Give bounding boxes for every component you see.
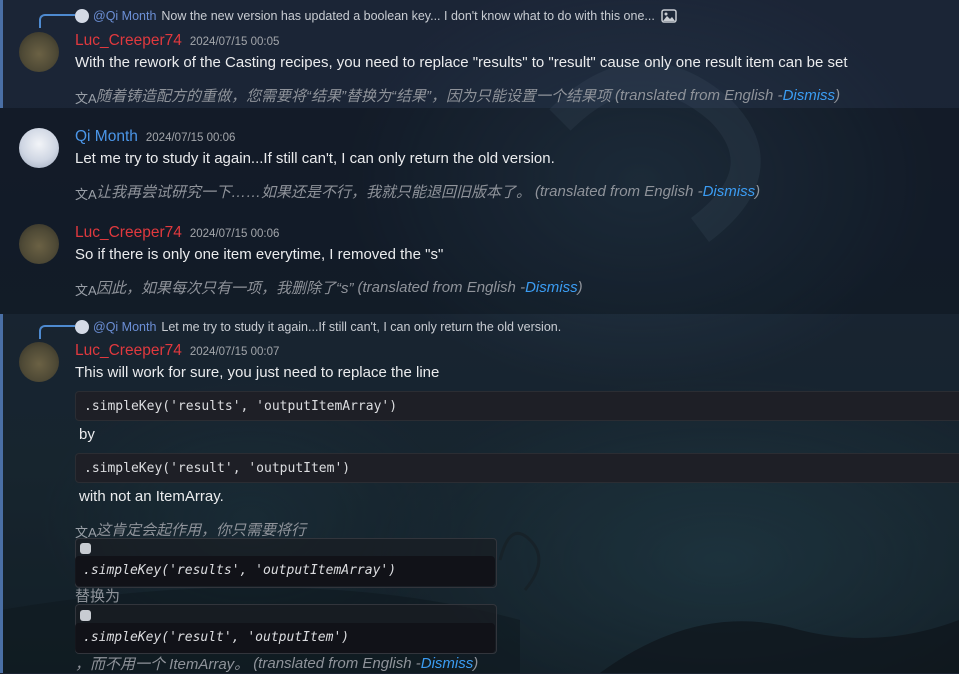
translation-text: 这肯定会起作用，你只需要将行: [96, 522, 307, 539]
translation: 文A 让我再尝试研究一下……如果还是不行，我就只能退回旧版本了。 (transl…: [75, 181, 760, 202]
translate-icon: 文A: [75, 186, 97, 202]
message-text: This will work for sure, you just need t…: [75, 364, 440, 381]
username[interactable]: Qi Month: [75, 128, 138, 146]
dismiss-link[interactable]: Dismiss: [421, 655, 474, 672]
translation-text: 因此，如果每次只有一项，我删除了“s”: [96, 280, 354, 297]
message-text: With the rework of the Casting recipes, …: [75, 54, 848, 71]
avatar[interactable]: [19, 342, 59, 382]
code-block[interactable]: .simpleKey('results', 'outputItemArray'): [75, 556, 495, 586]
reply-preview[interactable]: @Qi Month Let me try to study it again..…: [75, 319, 561, 335]
message-text: So if there is only one item everytime, …: [75, 246, 444, 263]
code-block[interactable]: .simpleKey('results', 'outputItemArray'): [75, 391, 959, 421]
translation-close: ): [835, 87, 841, 104]
message-header: Qi Month 2024/07/15 00:06: [75, 128, 235, 148]
avatar[interactable]: [19, 32, 59, 72]
message-3: Luc_Creeper74 2024/07/15 00:06 So if the…: [0, 204, 959, 314]
translation: 文A 随着铸造配方的重做，您需要将“结果”替换为“结果”，因为只能设置一个结果项…: [75, 85, 840, 106]
dismiss-link[interactable]: Dismiss: [783, 87, 836, 104]
reply-text[interactable]: Let me try to study it again...If still …: [161, 320, 561, 334]
avatar[interactable]: [19, 128, 59, 168]
reply-avatar: [75, 9, 89, 23]
message-text: with not an ItemArray.: [79, 488, 224, 505]
translation-text: ，而不用一个 ItemArray。: [75, 656, 250, 673]
translate-icon: 文A: [75, 524, 97, 540]
reply-avatar: [75, 320, 89, 334]
username[interactable]: Luc_Creeper74: [75, 224, 182, 242]
translation-note: (translated from English -: [535, 183, 703, 200]
translation-text: 让我再尝试研究一下……如果还是不行，我就只能退回旧版本了。: [96, 184, 532, 201]
message-1: @Qi Month Now the new version has update…: [0, 0, 959, 108]
reply-preview[interactable]: @Qi Month Now the new version has update…: [75, 8, 677, 24]
code-block[interactable]: .simpleKey('result', 'outputItem'): [75, 623, 495, 653]
translation-close: ): [755, 183, 761, 200]
dismiss-link[interactable]: Dismiss: [525, 279, 578, 296]
reply-text[interactable]: Now the new version has updated a boolea…: [161, 9, 654, 23]
translation: 文A 这肯定会起作用，你只需要将行: [75, 519, 306, 540]
message-header: Luc_Creeper74 2024/07/15 00:07: [75, 342, 279, 362]
message-header: Luc_Creeper74 2024/07/15 00:06: [75, 224, 279, 244]
translation-close: ): [473, 655, 479, 672]
username[interactable]: Luc_Creeper74: [75, 32, 182, 50]
timestamp[interactable]: 2024/07/15 00:06: [190, 228, 280, 240]
copy-icon[interactable]: [79, 609, 92, 622]
reply-username[interactable]: @Qi Month: [93, 9, 156, 23]
translation: 文A 因此，如果每次只有一项，我删除了“s” (translated from …: [75, 277, 583, 298]
translation-note: (translated from English -: [357, 279, 526, 296]
image-icon: [661, 9, 677, 23]
message-text: Let me try to study it again...If still …: [75, 150, 555, 167]
translation-note: (translated from English -: [614, 87, 783, 104]
message-4: @Qi Month Let me try to study it again..…: [0, 314, 959, 673]
timestamp[interactable]: 2024/07/15 00:07: [190, 346, 280, 358]
translation: ，而不用一个 ItemArray。 (translated from Engli…: [75, 653, 478, 674]
timestamp[interactable]: 2024/07/15 00:05: [190, 36, 280, 48]
reply-connector: [39, 325, 75, 339]
avatar[interactable]: [19, 224, 59, 264]
translate-icon: 文A: [75, 90, 97, 106]
translation-text: 替换为: [75, 588, 121, 605]
translation-close: ): [577, 279, 583, 296]
reply-connector: [39, 14, 75, 28]
username[interactable]: Luc_Creeper74: [75, 342, 182, 360]
copy-icon[interactable]: [79, 542, 92, 555]
translation-text: 随着铸造配方的重做，您需要将“结果”替换为“结果”，因为只能设置一个结果项: [96, 88, 611, 105]
reply-username[interactable]: @Qi Month: [93, 320, 156, 334]
translation-note: (translated from English -: [253, 655, 421, 672]
code-block[interactable]: .simpleKey('result', 'outputItem'): [75, 453, 959, 483]
message-text: by: [79, 426, 95, 443]
dismiss-link[interactable]: Dismiss: [703, 183, 756, 200]
timestamp[interactable]: 2024/07/15 00:06: [146, 132, 236, 144]
translate-icon: 文A: [75, 282, 97, 298]
message-header: Luc_Creeper74 2024/07/15 00:05: [75, 32, 279, 52]
message-2: Qi Month 2024/07/15 00:06 Let me try to …: [0, 108, 959, 204]
